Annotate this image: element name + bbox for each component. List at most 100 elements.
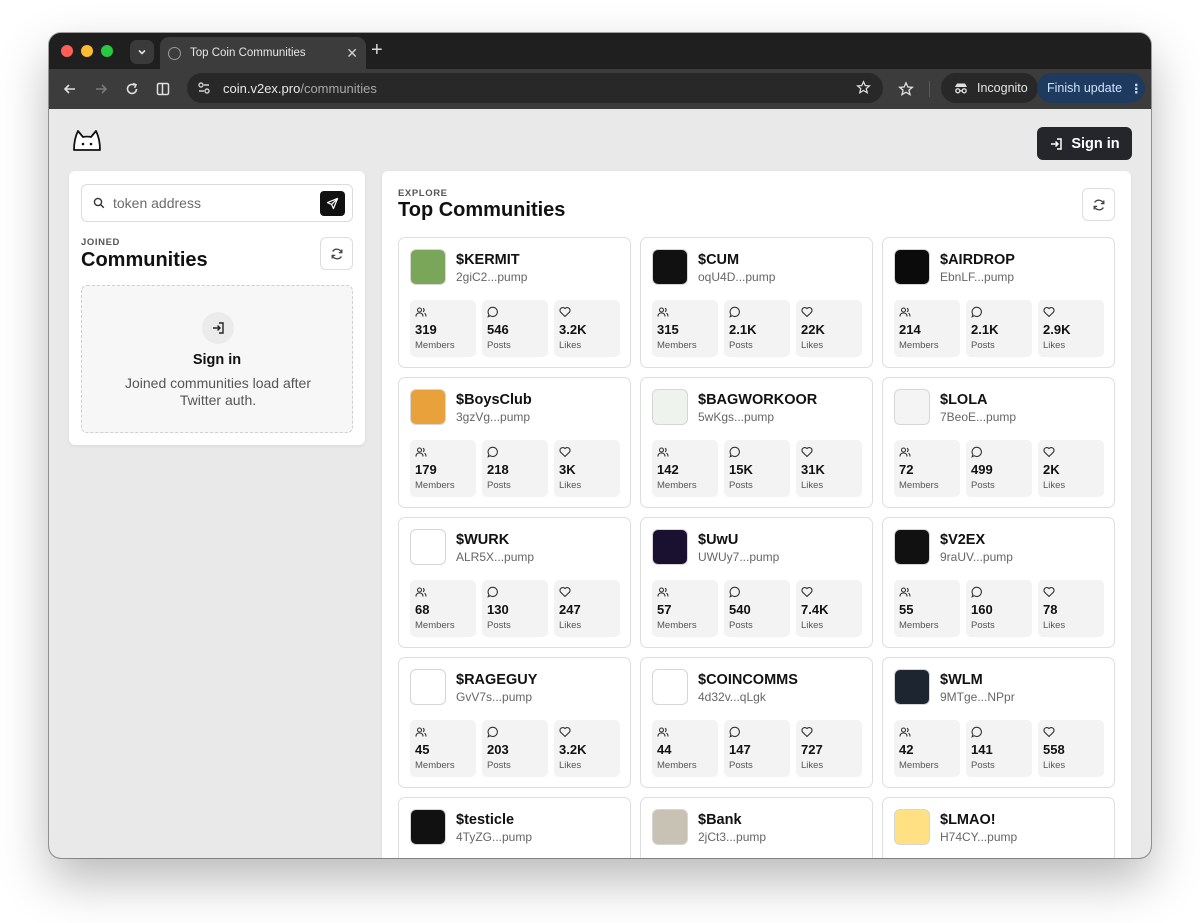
community-card[interactable]: $UwU UWUy7...pump 57 Members 540 Posts 7… (640, 517, 873, 648)
community-name: $CUM (698, 252, 740, 268)
likes-stat: 247 Likes (554, 580, 620, 637)
posts-stat: 2.1K Posts (966, 300, 1032, 357)
address-bar[interactable]: coin.v2ex.pro/communities (187, 73, 883, 103)
posts-label: Posts (487, 760, 511, 771)
community-name: $V2EX (940, 532, 986, 548)
community-card[interactable]: $KERMIT 2giC2...pump 319 Members 546 Pos… (398, 237, 631, 368)
comment-icon (487, 306, 498, 318)
search-submit-button[interactable] (320, 191, 345, 216)
pattern-icon (652, 249, 688, 285)
send-icon (326, 197, 339, 210)
heart-icon (559, 307, 571, 318)
cat-logo-icon[interactable] (71, 129, 103, 153)
users-icon (899, 307, 911, 317)
posts-count: 141 (971, 742, 993, 757)
site-settings-icon[interactable] (197, 81, 211, 95)
community-address: ALR5X...pump (456, 550, 535, 564)
wurk-logo-icon (410, 529, 446, 565)
likes-count: 2K (1043, 462, 1060, 477)
maximize-window-button[interactable] (101, 45, 113, 57)
airdrop-text-icon (894, 249, 930, 285)
likes-count: 3K (559, 462, 576, 477)
likes-count: 22K (801, 322, 825, 337)
refresh-communities-button[interactable] (1082, 188, 1115, 221)
bookmark-star-icon[interactable] (856, 80, 871, 95)
community-stats: 179 Members 218 Posts 3K Likes (410, 440, 626, 497)
likes-count: 7.4K (801, 602, 829, 617)
likes-count: 2.9K (1043, 322, 1071, 337)
hand-icon (894, 669, 930, 705)
posts-label: Posts (487, 340, 511, 351)
comment-icon (487, 726, 498, 738)
new-tab-button[interactable]: + (371, 39, 383, 61)
coincomms-logo-icon (652, 669, 688, 705)
community-card[interactable]: $AIRDROP EbnLF...pump 214 Members 2.1K P… (882, 237, 1115, 368)
community-address: 2jCt3...pump (698, 830, 767, 844)
members-stat: 55 Members (894, 580, 960, 637)
posts-stat: 218 Posts (482, 440, 548, 497)
community-card[interactable]: $V2EX 9raUV...pump 55 Members 160 Posts … (882, 517, 1115, 648)
refresh-joined-button[interactable] (320, 237, 353, 270)
community-card[interactable]: $WLM 9MTge...NPpr 42 Members 141 Posts 5… (882, 657, 1115, 788)
community-stats: 72 Members 499 Posts 2K Likes (894, 440, 1110, 497)
community-address: 2giC2...pump (456, 270, 528, 284)
members-stat: 214 Members (894, 300, 960, 357)
tab-bar: Top Coin Communities ✕ + (49, 33, 1151, 69)
community-address: EbnLF...pump (940, 270, 1015, 284)
community-address: 5wKgs...pump (698, 410, 775, 424)
heart-icon (801, 307, 813, 318)
community-name: $WLM (940, 672, 983, 688)
forward-arrow-icon[interactable] (93, 81, 109, 97)
community-card[interactable]: $CUM oqU4D...pump 315 Members 2.1K Posts… (640, 237, 873, 368)
users-icon (657, 727, 669, 737)
members-label: Members (899, 620, 939, 631)
empty-state-title: Sign in (192, 352, 242, 368)
page-content: Sign in JOINED Communities Sign in Joine… (49, 109, 1151, 858)
likes-stat: 2K Likes (1038, 440, 1104, 497)
community-card[interactable]: $BAGWORKOOR 5wKgs...pump 142 Members 15K… (640, 377, 873, 508)
tab-search-button[interactable] (130, 40, 154, 64)
community-name: $AIRDROP (940, 252, 1015, 268)
members-label: Members (899, 480, 939, 491)
community-address: oqU4D...pump (698, 270, 776, 284)
members-label: Members (657, 480, 697, 491)
users-icon (899, 447, 911, 457)
community-name: $Bank (698, 812, 742, 828)
community-card[interactable]: $LOLA 7BeoE...pump 72 Members 499 Posts … (882, 377, 1115, 508)
token-address-input[interactable] (113, 195, 309, 211)
community-card[interactable]: $testicle 4TyZG...pump Members Posts Lik… (398, 797, 631, 858)
likes-stat: 78 Likes (1038, 580, 1104, 637)
likes-stat: 3.2K Likes (554, 300, 620, 357)
finish-update-button[interactable]: Finish update ⋮ (1037, 73, 1145, 103)
sign-in-button[interactable]: Sign in (1037, 127, 1132, 160)
tab-active[interactable]: Top Coin Communities ✕ (160, 37, 366, 69)
posts-stat: 540 Posts (724, 580, 790, 637)
bookmarks-icon[interactable] (898, 81, 914, 97)
back-arrow-icon[interactable] (62, 81, 78, 97)
community-card[interactable]: $COINCOMMS 4d32v...qLgk 44 Members 147 P… (640, 657, 873, 788)
more-vert-icon[interactable]: ⋮ (1130, 81, 1143, 96)
side-panel-icon[interactable] (155, 81, 171, 97)
community-card[interactable]: $LMAO! H74CY...pump Members Posts Likes (882, 797, 1115, 858)
members-label: Members (415, 340, 455, 351)
characters-icon (410, 389, 446, 425)
community-card[interactable]: $Bank 2jCt3...pump Members Posts Likes (640, 797, 873, 858)
likes-count: 3.2K (559, 322, 587, 337)
community-card[interactable]: $BoysClub 3gzVg...pump 179 Members 218 P… (398, 377, 631, 508)
login-icon (202, 312, 234, 344)
community-card[interactable]: $WURK ALR5X...pump 68 Members 130 Posts … (398, 517, 631, 648)
reload-icon[interactable] (124, 81, 140, 97)
comment-icon (487, 586, 498, 598)
incognito-indicator[interactable]: Incognito (941, 73, 1038, 103)
likes-label: Likes (801, 480, 824, 491)
close-window-button[interactable] (61, 45, 73, 57)
comment-icon (971, 306, 982, 318)
community-card[interactable]: $RAGEGUY GvV7s...pump 45 Members 203 Pos… (398, 657, 631, 788)
close-tab-icon[interactable]: ✕ (346, 45, 358, 62)
community-address: 3gzVg...pump (456, 410, 531, 424)
members-label: Members (657, 760, 697, 771)
minimize-window-button[interactable] (81, 45, 93, 57)
url-text: coin.v2ex.pro/communities (223, 81, 377, 96)
posts-stat: 130 Posts (482, 580, 548, 637)
community-stats: 57 Members 540 Posts 7.4K Likes (652, 580, 868, 637)
